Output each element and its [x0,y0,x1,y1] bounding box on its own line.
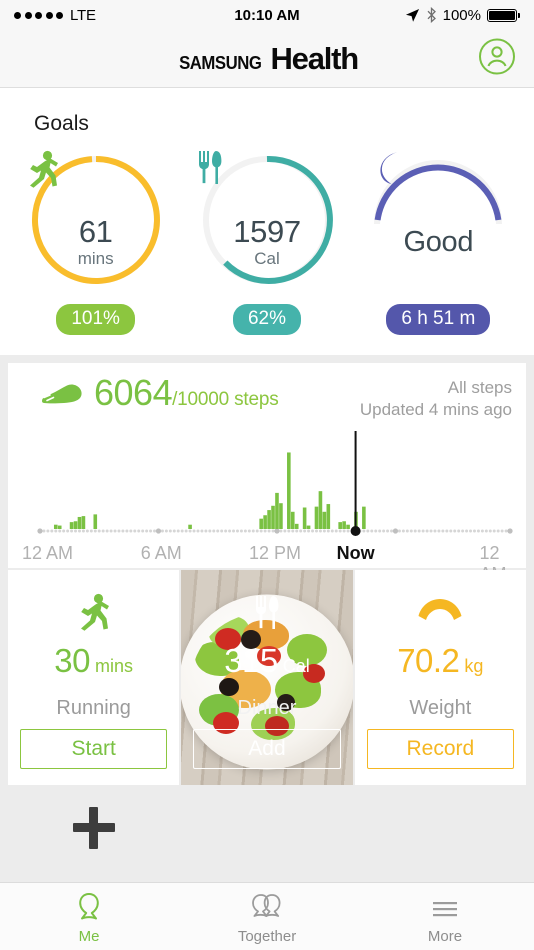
goals-title: Goals [0,104,534,136]
location-arrow-icon [405,8,420,23]
steps-chart-x-axis: 12 AM6 AM12 PMNow12 AM [22,543,512,569]
sleep-value: Good [403,226,473,259]
card-weight[interactable]: 70.2 kg Weight Record [355,570,526,785]
x-axis-label: 12 PM [249,543,301,564]
x-axis-label: 12 AM [22,543,73,564]
tab-me-label: Me [79,928,100,945]
person-outline-icon [72,892,106,924]
steps-source-label: All steps [360,377,512,399]
steps-header: 6064 /10000 steps All steps Updated 4 mi… [22,375,512,421]
goal-sleep[interactable]: Good 6 h 51 m [358,150,518,335]
tab-together-label: Together [238,928,296,945]
running-value: 30 [54,642,90,680]
sleep-badge: 6 h 51 m [386,304,490,335]
x-axis-label: Now [337,543,375,564]
sleep-gauge-center: Good [368,150,508,290]
status-bar-right: 100% [405,7,520,24]
goal-activity[interactable]: 61 mins 101% [16,150,176,335]
running-unit: mins [95,656,133,677]
tab-me[interactable]: Me [0,883,178,950]
bluetooth-icon [426,7,437,23]
tab-more[interactable]: More [356,883,534,950]
weight-scale-icon [416,588,464,636]
running-shoe-icon [40,383,84,412]
running-value-group: 30 mins [54,642,133,680]
add-food-button[interactable]: Add [193,729,340,769]
battery-percent-label: 100% [443,7,481,24]
status-bar: LTE 10:10 AM 100% [0,0,534,30]
steps-card[interactable]: 6064 /10000 steps All steps Updated 4 mi… [8,363,526,568]
running-person-icon [77,588,111,636]
card-running[interactable]: 30 mins Running Start [8,570,179,785]
profile-button[interactable] [478,37,516,80]
steps-count: 6064 [94,375,172,411]
food-ring: 1597 Cal [197,150,337,290]
battery-icon [487,9,520,22]
tab-more-label: More [428,928,462,945]
steps-updated-label: Updated 4 mins ago [360,399,512,421]
steps-count-group: 6064 /10000 steps [94,375,279,411]
goals-card: Goals 61 [0,88,534,355]
card-dinner[interactable]: 315 Cal Dinner Add [181,570,352,785]
food-value: 1597 [233,216,300,249]
activity-ring-center: 61 mins [26,150,166,290]
goal-rings: 61 mins 101% [0,136,534,335]
steps-chart-svg [22,427,528,545]
activity-unit: mins [78,249,114,269]
add-card-area [0,785,534,847]
weight-label: Weight [409,697,471,720]
activity-ring: 61 mins [26,150,166,290]
app-logo: SAMSUNG Health [176,41,358,77]
steps-meta: All steps Updated 4 mins ago [360,375,512,421]
weight-unit: kg [464,656,483,677]
tab-bar: Me Together More [0,882,534,950]
food-badge: 62% [233,304,301,335]
activity-cards-row: 30 mins Running Start [8,570,526,785]
goal-food[interactable]: 1597 Cal 62% [187,150,347,335]
samsung-health-app: LTE 10:10 AM 100% SAMSUNG Health [0,0,534,950]
x-axis-label: 6 AM [141,543,182,564]
weight-value-group: 70.2 kg [397,642,483,680]
dinner-value-group: 315 Cal [224,642,310,680]
profile-avatar-icon [478,37,516,75]
two-people-icon [247,892,287,924]
food-ring-center: 1597 Cal [197,150,337,290]
page-title: Health [270,41,358,77]
weight-value: 70.2 [397,642,459,680]
activity-value: 61 [79,216,113,249]
fork-knife-icon [254,588,280,636]
start-button[interactable]: Start [20,729,167,769]
hamburger-menu-icon [428,892,462,924]
dinner-unit: Cal [283,656,310,677]
app-header: SAMSUNG Health [0,30,534,88]
plus-icon[interactable] [73,807,115,849]
dinner-value: 315 [224,642,278,680]
steps-bar-chart [22,427,512,545]
activity-badge: 101% [56,304,135,335]
steps-goal: /10000 steps [172,389,278,411]
food-unit: Cal [254,249,280,269]
brand-label: SAMSUNG [179,53,261,74]
dinner-label: Dinner [238,697,297,720]
tab-together[interactable]: Together [178,883,356,950]
record-weight-button[interactable]: Record [367,729,514,769]
running-label: Running [56,697,131,720]
sleep-gauge: Good [368,150,508,290]
